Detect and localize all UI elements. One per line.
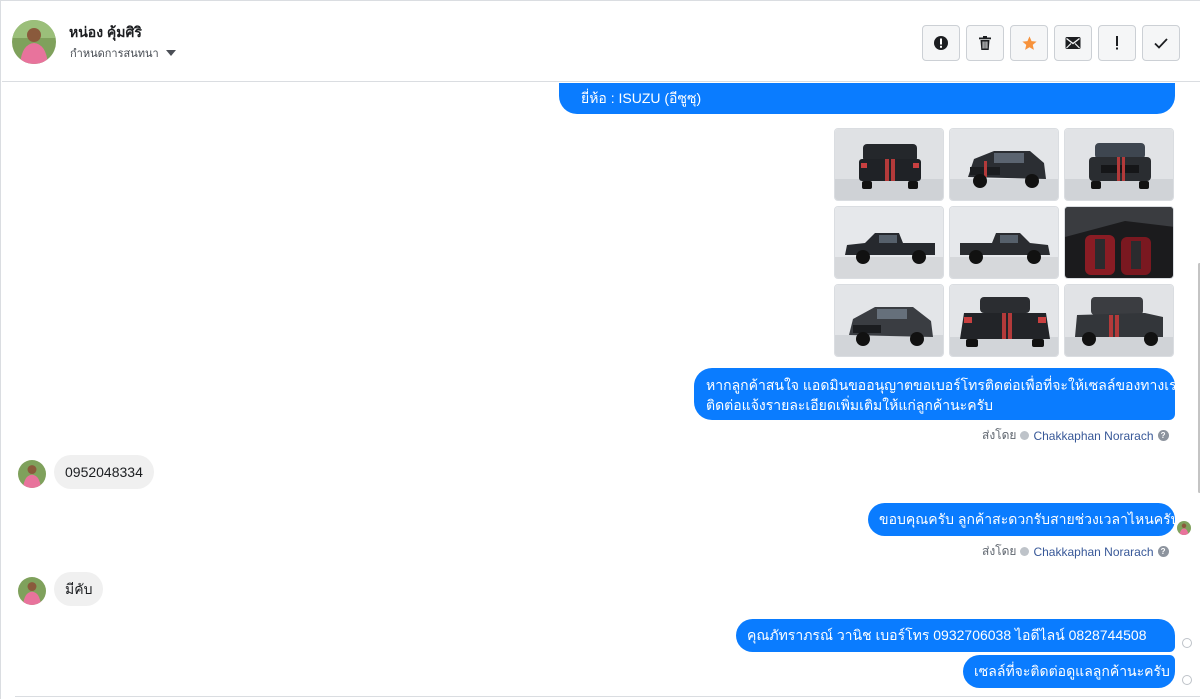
composer-divider (15, 696, 1200, 697)
photo-attachment-grid (834, 128, 1175, 357)
header-actions (922, 25, 1180, 61)
verified-dot-icon (1020, 547, 1030, 556)
incoming-message[interactable]: 0952048334 (54, 455, 154, 489)
incoming-message[interactable]: มีคับ (54, 572, 104, 606)
pickup-interior-image (1065, 207, 1173, 278)
agent-name-link[interactable]: Chakkaphan Norarach (1033, 545, 1153, 559)
sent-by-prefix: ส่งโดย (982, 544, 1017, 558)
pickup-front-view-image (1065, 129, 1173, 200)
mark-spam-button[interactable] (922, 25, 960, 61)
message-text: คุณภัทราภรณ์ วานิช เบอร์โทร 0932706038 ไ… (747, 627, 1147, 643)
pickup-front-image (950, 129, 1058, 200)
car-photo[interactable] (949, 128, 1059, 201)
pickup-side-image (950, 207, 1058, 278)
car-photo[interactable] (949, 284, 1059, 357)
help-icon[interactable]: ? (1157, 430, 1169, 441)
mark-unread-button[interactable] (1054, 25, 1092, 61)
check-icon (1154, 38, 1168, 49)
message-text: ขอบคุณครับ ลูกค้าสะดวกรับสายช่วงเวลาไหนค… (879, 511, 1180, 527)
car-photo[interactable] (834, 284, 944, 357)
mark-done-button[interactable] (1142, 25, 1180, 61)
exclamation-icon (1116, 36, 1118, 50)
outgoing-message[interactable]: เซลล์ที่จะติดต่อดูแลลูกค้านะครับ (963, 655, 1175, 688)
message-text-line: ติดต่อแจ้งรายละเอียดเพิ่มเติมให้แก่ลูกค้… (706, 397, 993, 413)
conversation-header: หน่อง คุ้มศิริ กำหนดการสนทนา (2, 2, 1200, 82)
caret-down-icon (165, 50, 176, 56)
car-photo[interactable] (1064, 206, 1174, 279)
pickup-rear-three-quarter-image (1065, 285, 1173, 356)
contact-avatar-small[interactable] (18, 577, 46, 605)
outgoing-message[interactable]: ขอบคุณครับ ลูกค้าสะดวกรับสายช่วงเวลาไหนค… (868, 503, 1180, 536)
outgoing-message[interactable]: คุณภัทราภรณ์ วานิช เบอร์โทร 0932706038 ไ… (736, 619, 1175, 652)
trash-icon (979, 36, 991, 50)
delivered-indicator-icon (1182, 675, 1192, 685)
conversation-label-text: กำหนดการสนทนา (70, 48, 159, 60)
pickup-side-image (835, 207, 943, 278)
car-photo[interactable] (1064, 284, 1174, 357)
conversation-pane: หน่อง คุ้มศิริ กำหนดการสนทนา ยี่ห้อ: IS… (0, 0, 1200, 699)
message-text: 0952048334 (65, 464, 143, 480)
contact-avatar-small[interactable] (18, 460, 46, 488)
outgoing-message[interactable]: ยี่ห้อ : ISUZU (อีซูซุ) (559, 83, 1175, 114)
star-button[interactable] (1010, 25, 1048, 61)
car-photo[interactable] (1064, 128, 1174, 201)
car-photo[interactable] (834, 128, 944, 201)
alert-circle-icon (934, 36, 948, 50)
car-photo[interactable] (949, 206, 1059, 279)
sent-by-prefix: ส่งโดย (982, 428, 1017, 442)
pickup-front-image (835, 285, 943, 356)
contact-avatar[interactable] (12, 20, 56, 64)
car-photo[interactable] (834, 206, 944, 279)
agent-name-link[interactable]: Chakkaphan Norarach (1033, 429, 1153, 443)
contact-name[interactable]: หน่อง คุ้มศิริ (69, 22, 142, 44)
message-text: มีคับ (65, 581, 93, 597)
sent-by-info: ส่งโดย Chakkaphan Norarach ? (982, 542, 1169, 561)
message-text-line: หากลูกค้าสนใจ แอดมินขออนุญาตขอเบอร์โทรติ… (706, 377, 1185, 393)
outgoing-message[interactable]: หากลูกค้าสนใจ แอดมินขออนุญาตขอเบอร์โทรติ… (694, 368, 1185, 420)
sent-by-info: ส่งโดย Chakkaphan Norarach ? (982, 426, 1169, 445)
help-icon[interactable]: ? (1157, 546, 1169, 557)
pickup-rear-image (835, 129, 943, 200)
seen-avatar (1177, 521, 1191, 535)
message-thread: ยี่ห้อ : ISUZU (อีซูซุ) หากลูกค้าสนใจ แอ… (2, 83, 1200, 700)
message-text: เซลล์ที่จะติดต่อดูแลลูกค้านะครับ (974, 663, 1170, 679)
delivered-indicator-icon (1182, 638, 1192, 648)
envelope-icon (1065, 37, 1081, 49)
star-icon (1021, 35, 1037, 50)
pickup-rear-image (950, 285, 1058, 356)
verified-dot-icon (1020, 431, 1030, 440)
message-text: ยี่ห้อ : ISUZU (อีซูซุ) (581, 90, 702, 106)
delete-button[interactable] (966, 25, 1004, 61)
conversation-label-dropdown[interactable]: กำหนดการสนทนา (70, 44, 176, 62)
follow-up-button[interactable] (1098, 25, 1136, 61)
